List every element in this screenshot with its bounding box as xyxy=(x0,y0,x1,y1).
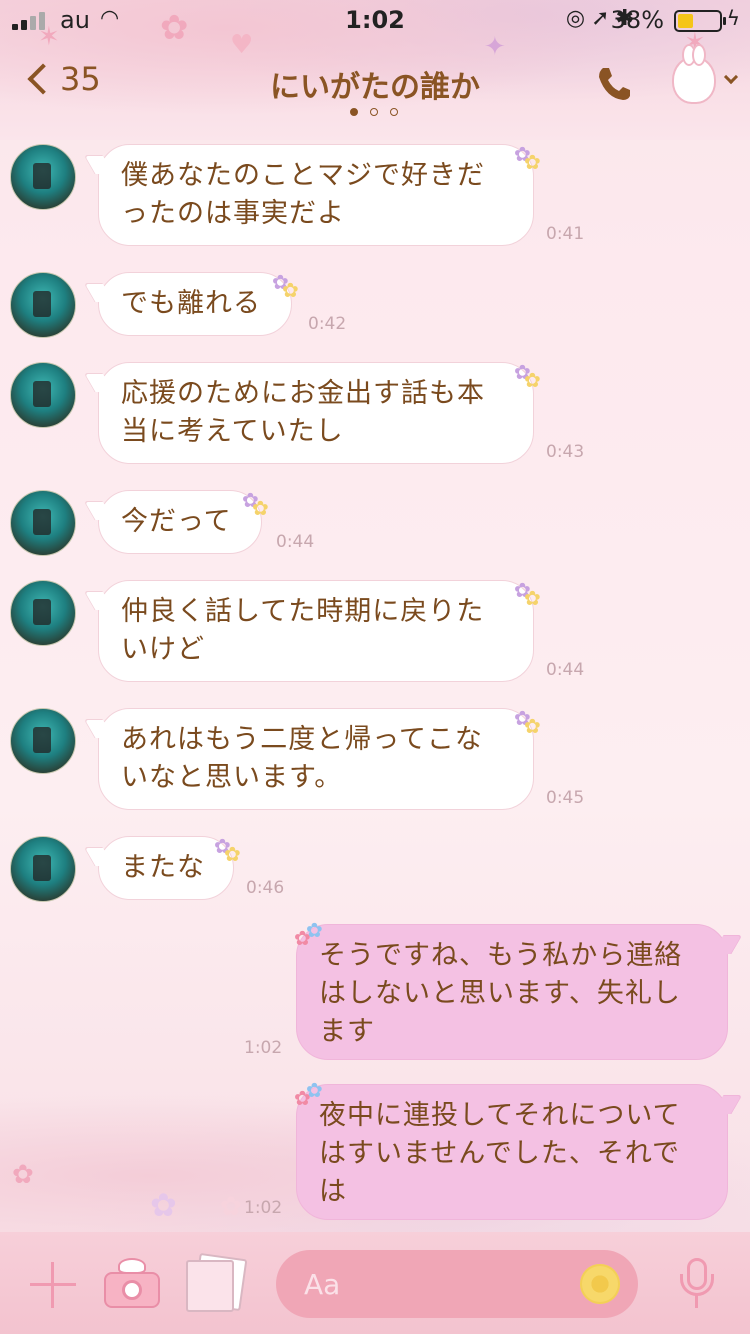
message-timestamp: 0:46 xyxy=(246,878,285,898)
message-bubble[interactable]: 夜中に連投してそれについて はすいませんでした、それでは xyxy=(296,1084,728,1220)
avatar[interactable] xyxy=(10,490,76,556)
message-bubble[interactable]: 仲良く話してた時期に戻りた いけど xyxy=(98,580,534,682)
flower-decoration-icon: ✿ xyxy=(306,1078,323,1102)
message-text-line: 僕あなたのことマジで好きだ xyxy=(121,160,485,191)
flower-decoration-icon: ✿ xyxy=(524,150,541,174)
camera-button[interactable] xyxy=(104,1258,160,1308)
flower-decoration-icon: ✿ xyxy=(306,918,323,942)
message-text-line: は xyxy=(319,1176,347,1207)
flower-decoration-icon: ✿ xyxy=(224,842,241,866)
message-text-line: はすいませんでした、それで xyxy=(319,1138,681,1169)
message-text-line: ったのは事実だよ xyxy=(121,198,345,229)
message-text-line: またな xyxy=(121,852,205,883)
battery-percent: 38% xyxy=(610,6,664,34)
flower-decoration-icon: ✿ xyxy=(524,714,541,738)
message-timestamp: 1:02 xyxy=(244,1198,283,1218)
message-text-line: ます xyxy=(319,1016,375,1047)
avatar[interactable] xyxy=(10,362,76,428)
message-text-line: 夜中に連投してそれについて xyxy=(319,1100,681,1131)
chat-menu-button[interactable] xyxy=(672,44,739,104)
flower-decoration-icon: ✿ xyxy=(524,368,541,392)
phone-icon xyxy=(599,68,630,100)
message-timestamp: 0:42 xyxy=(308,314,347,334)
message-text-line: いなと思います。 xyxy=(121,762,343,793)
page-indicator xyxy=(350,108,398,116)
flower-decoration-icon: ✿ xyxy=(150,1186,177,1224)
avatar[interactable] xyxy=(10,144,76,210)
avatar[interactable] xyxy=(10,836,76,902)
message-timestamp: 0:43 xyxy=(546,442,585,462)
message-text-line: あれはもう二度と帰ってこな xyxy=(121,724,483,755)
avatar[interactable] xyxy=(10,708,76,774)
message-text-line: そうですね、もう私から連絡 xyxy=(319,940,683,971)
message-timestamp: 0:45 xyxy=(546,788,585,808)
message-input-placeholder: Aa xyxy=(304,1267,341,1301)
page-dot xyxy=(370,108,378,116)
call-button[interactable] xyxy=(594,64,634,104)
message-bubble[interactable]: そうですね、もう私から連絡 はしないと思います、失礼し ます xyxy=(296,924,728,1060)
input-bar: Aa xyxy=(0,1232,750,1334)
message-text-line: はしないと思います、失礼し xyxy=(319,978,681,1009)
battery-icon xyxy=(674,10,726,32)
message-bubble[interactable]: あれはもう二度と帰ってこな いなと思います。 xyxy=(98,708,534,810)
flower-decoration-icon: ✿ xyxy=(12,1160,34,1190)
flower-decoration-icon: ✿ xyxy=(252,496,269,520)
message-text-line: 応援のためにお金出す話も本 xyxy=(121,378,485,409)
message-text-line: いけど xyxy=(121,634,205,665)
message-bubble[interactable]: 今だって xyxy=(98,490,262,554)
message-timestamp: 0:44 xyxy=(276,532,315,552)
message-timestamp: 0:44 xyxy=(546,660,585,680)
flower-decoration-icon: ✿ xyxy=(282,278,299,302)
microphone-button[interactable] xyxy=(680,1258,714,1310)
chat-title: にいがたの誰か xyxy=(270,70,480,105)
sticker-icon[interactable] xyxy=(580,1264,620,1304)
message-text-line: 当に考えていたし xyxy=(121,416,344,447)
flower-decoration-icon: ✿ xyxy=(524,586,541,610)
message-bubble[interactable]: 応援のためにお金出す話も本 当に考えていたし xyxy=(98,362,534,464)
chevron-down-icon xyxy=(723,69,739,85)
chat-header: 35 にいがたの誰か xyxy=(0,44,750,120)
message-timestamp: 0:41 xyxy=(546,224,585,244)
message-text-line: 仲良く話してた時期に戻りた xyxy=(121,596,485,627)
message-bubble[interactable]: 僕あなたのことマジで好きだ ったのは事実だよ xyxy=(98,144,534,246)
page-dot xyxy=(390,108,398,116)
add-button[interactable] xyxy=(30,1262,76,1308)
avatar[interactable] xyxy=(10,580,76,646)
message-timestamp: 1:02 xyxy=(244,1038,283,1058)
message-text-line: 今だって xyxy=(121,506,232,537)
message-text-line: でも離れる xyxy=(121,288,261,319)
flower-decoration-icon: ✿ xyxy=(220,1192,242,1222)
page-dot xyxy=(350,108,358,116)
avatar[interactable] xyxy=(10,272,76,338)
status-bar: au ◠ 1:02 ◎➚✱ 38% ϟ xyxy=(0,0,750,40)
charging-bolt-icon: ϟ xyxy=(726,6,740,30)
message-bubble[interactable]: でも離れる xyxy=(98,272,292,336)
photo-album-button[interactable] xyxy=(184,1252,248,1314)
bunny-character-icon xyxy=(672,44,716,104)
